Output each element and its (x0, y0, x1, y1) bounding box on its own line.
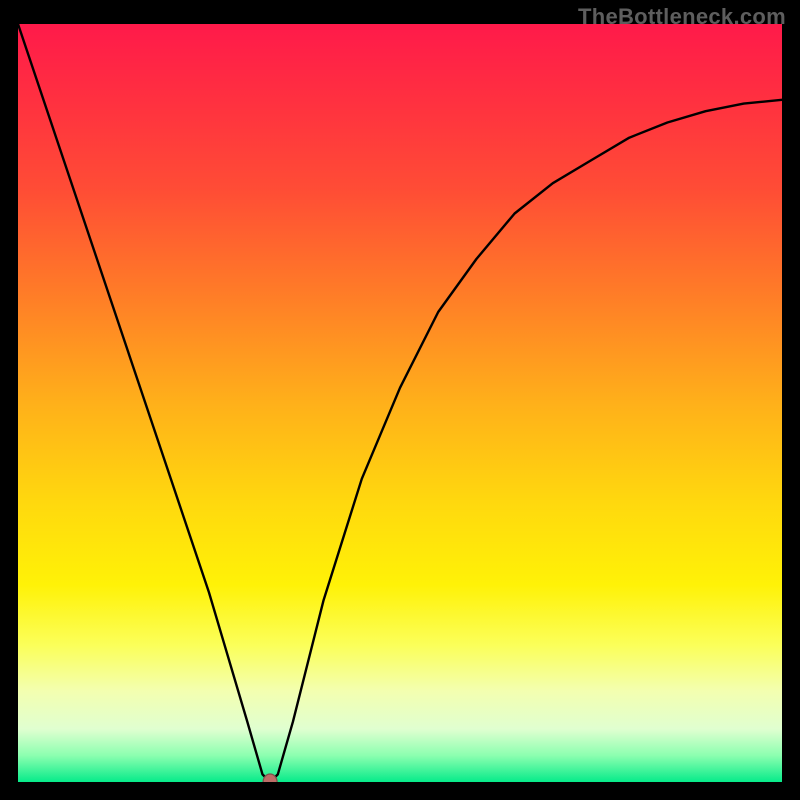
chart-frame: TheBottleneck.com (0, 0, 800, 800)
gradient-background (18, 24, 782, 782)
watermark-text: TheBottleneck.com (578, 4, 786, 30)
bottleneck-chart (18, 24, 782, 782)
plot-area (18, 24, 782, 782)
